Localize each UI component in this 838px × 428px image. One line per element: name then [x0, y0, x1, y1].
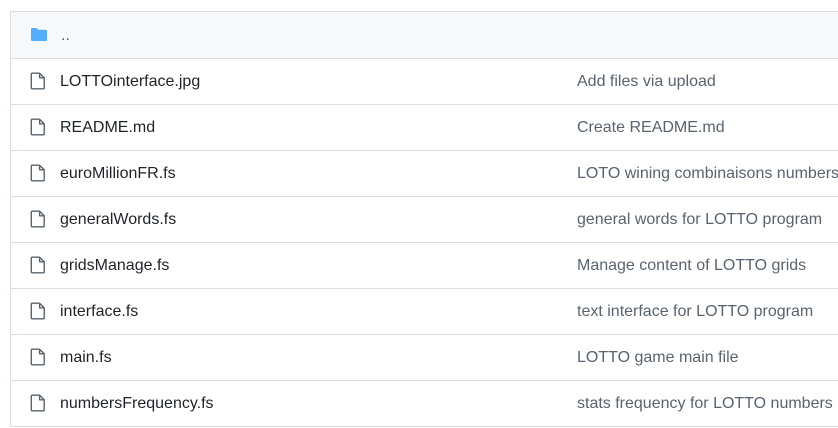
file-row[interactable]: generalWords.fs general words for LOTTO …	[11, 197, 838, 243]
file-icon	[30, 256, 45, 274]
file-row[interactable]: gridsManage.fs Manage content of LOTTO g…	[11, 243, 838, 289]
commit-message-link[interactable]: LOTTO game main file	[577, 348, 739, 368]
commit-message-link[interactable]: Manage content of LOTTO grids	[577, 256, 806, 276]
commit-message-link[interactable]: Create README.md	[577, 118, 725, 138]
file-icon	[30, 72, 45, 90]
file-row[interactable]: numbersFrequency.fs stats frequency for …	[11, 381, 838, 427]
file-name-link[interactable]: main.fs	[60, 348, 112, 368]
file-icon	[30, 118, 45, 136]
commit-message-link[interactable]: stats frequency for LOTTO numbers	[577, 394, 833, 414]
file-list: .. LOTTOinterface.jpg Add files via uplo…	[10, 11, 838, 427]
file-row[interactable]: main.fs LOTTO game main file	[11, 335, 838, 381]
file-row[interactable]: euroMillionFR.fs LOTO wining combinaison…	[11, 151, 838, 197]
file-name-link[interactable]: gridsManage.fs	[60, 256, 169, 276]
file-icon	[30, 210, 45, 228]
file-name-link[interactable]: LOTTOinterface.jpg	[60, 72, 200, 92]
file-row[interactable]: LOTTOinterface.jpg Add files via upload	[11, 59, 838, 105]
file-icon	[30, 348, 45, 366]
commit-message-link[interactable]: text interface for LOTTO program	[577, 302, 813, 322]
parent-directory-link[interactable]: ..	[61, 26, 70, 46]
file-name-link[interactable]: interface.fs	[60, 302, 138, 322]
file-name-link[interactable]: numbersFrequency.fs	[60, 394, 214, 414]
file-icon	[30, 394, 45, 412]
file-icon	[30, 164, 45, 182]
file-name-link[interactable]: euroMillionFR.fs	[60, 164, 176, 184]
commit-message-link[interactable]: Add files via upload	[577, 72, 716, 92]
file-row[interactable]: README.md Create README.md	[11, 105, 838, 151]
parent-directory-row[interactable]: ..	[11, 12, 838, 59]
file-row[interactable]: interface.fs text interface for LOTTO pr…	[11, 289, 838, 335]
file-name-link[interactable]: generalWords.fs	[60, 210, 176, 230]
file-name-link[interactable]: README.md	[60, 118, 155, 138]
file-icon	[30, 302, 45, 320]
folder-icon	[31, 28, 47, 41]
commit-message-link[interactable]: LOTO wining combinaisons numbers	[577, 164, 838, 184]
commit-message-link[interactable]: general words for LOTTO program	[577, 210, 822, 230]
